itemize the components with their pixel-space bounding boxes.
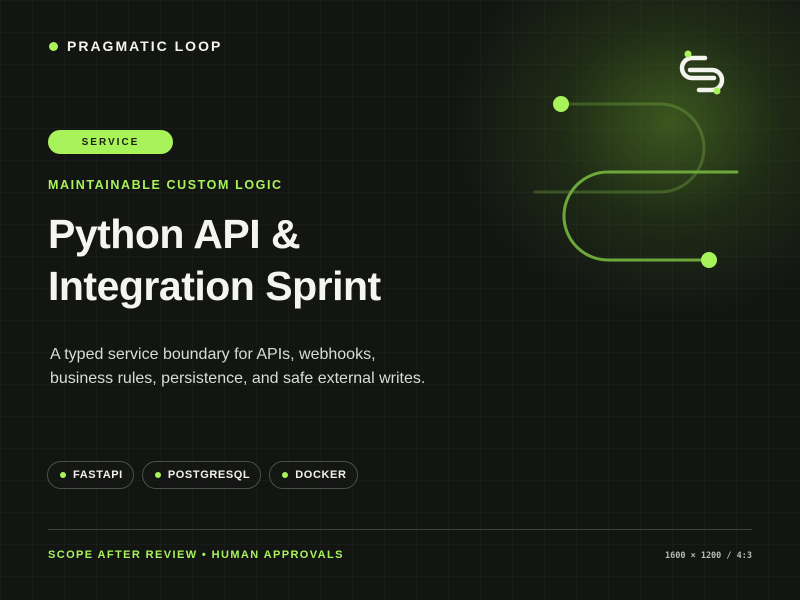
- tag-label: DOCKER: [295, 469, 347, 481]
- page-title-line-2: Integration Sprint: [48, 263, 381, 309]
- loop-node-end: [701, 252, 717, 268]
- description: A typed service boundary for APIs, webho…: [50, 343, 470, 391]
- dimensions-label: 1600 × 1200 / 4:3: [665, 551, 752, 561]
- page-title: Python API & Integration Sprint: [48, 208, 508, 312]
- tag-fastapi: FASTAPI: [47, 461, 134, 489]
- tag-label: FASTAPI: [73, 469, 123, 481]
- loop-logo-icon: [679, 50, 725, 95]
- tag-dot-icon: [154, 472, 161, 478]
- brand-dot-icon: [49, 41, 58, 51]
- loop-path-faded: [533, 102, 706, 194]
- footer-divider: [48, 529, 752, 530]
- description-line-2: business rules, persistence, and safe ex…: [50, 370, 426, 387]
- loop-path-main: [562, 170, 739, 262]
- tag-dot-icon: [282, 472, 289, 478]
- description-line-1: A typed service boundary for APIs, webho…: [50, 346, 376, 363]
- page-title-line-1: Python API &: [48, 211, 301, 257]
- brand-name: PRAGMATIC LOOP: [67, 38, 223, 54]
- eyebrow-text: MAINTAINABLE CUSTOM LOGIC: [48, 178, 283, 192]
- tag-label: POSTGRESQL: [167, 469, 251, 481]
- tag-docker: DOCKER: [269, 461, 358, 489]
- tag-dot-icon: [60, 472, 66, 478]
- hero-card: PRAGMATIC LOOP SERVICE MAINTAINABLE CUST…: [0, 0, 800, 600]
- brand[interactable]: PRAGMATIC LOOP: [49, 38, 222, 54]
- tech-tag-list: FASTAPI POSTGRESQL DOCKER: [47, 461, 358, 489]
- service-badge: SERVICE: [48, 130, 173, 154]
- loop-node-start: [553, 96, 569, 112]
- tag-postgresql: POSTGRESQL: [141, 461, 262, 489]
- footer-note: SCOPE AFTER REVIEW • HUMAN APPROVALS: [48, 549, 344, 561]
